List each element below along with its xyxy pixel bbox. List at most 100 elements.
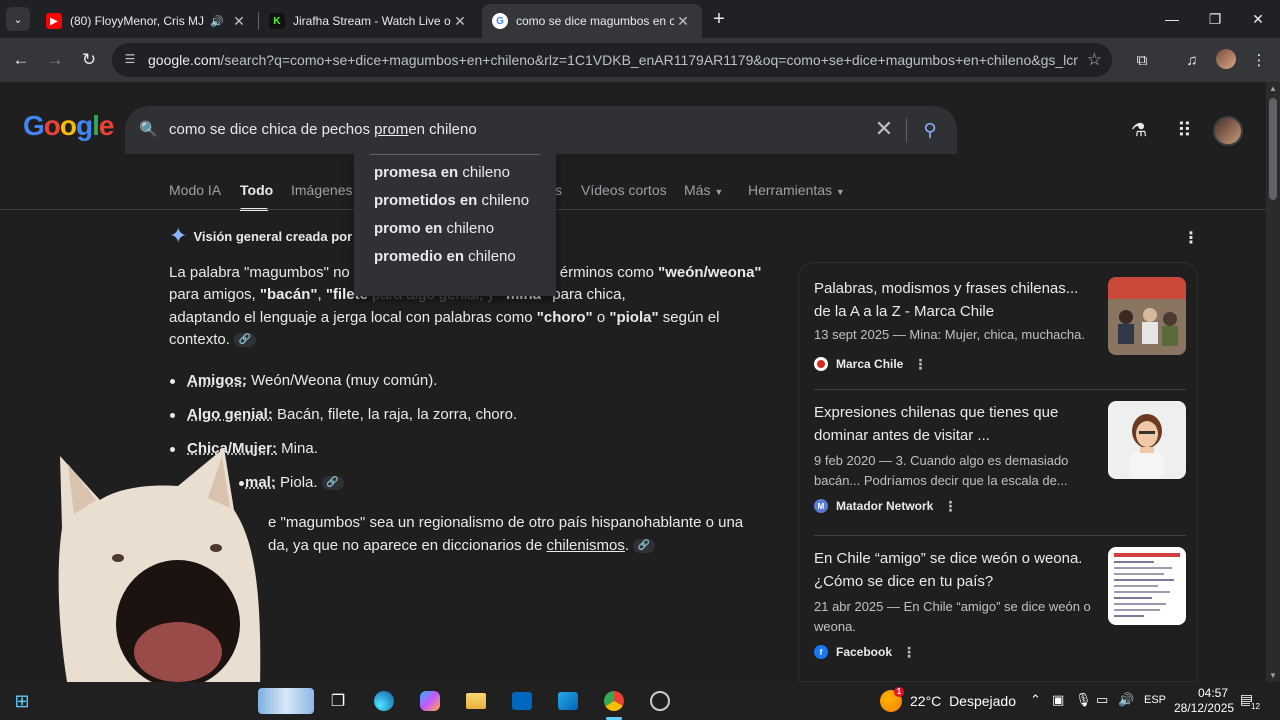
close-tab-icon[interactable]: ✕	[451, 13, 469, 30]
source-menu-icon[interactable]: ⋮	[943, 498, 957, 515]
search-highlight-icon[interactable]	[258, 688, 314, 714]
extensions-icon[interactable]: ⧉	[1129, 47, 1155, 73]
bullet-label[interactable]: Algo genial:	[187, 406, 273, 423]
microphone-icon[interactable]: 🎙	[1075, 692, 1092, 708]
tab-google[interactable]: G como se dice magumbos en chi ✕	[482, 4, 702, 38]
query-text-end: en chileno	[408, 121, 477, 138]
edge-icon[interactable]	[370, 688, 398, 714]
divider	[814, 535, 1186, 536]
popcat-overlay-image	[58, 448, 261, 682]
caret-down-icon: ▼	[835, 187, 845, 197]
copilot-icon[interactable]	[416, 688, 444, 714]
kick-icon: K	[269, 13, 285, 29]
tab-youtube[interactable]: ▶ (80) FloyyMenor, Cris MJ - C 🔊 ✕	[36, 4, 258, 38]
microsoft-store-icon[interactable]	[508, 688, 536, 714]
result-title[interactable]: Palabras, modismos y frases chilenas... …	[814, 277, 1089, 323]
system-clock[interactable]: 04:57 28/12/2025	[1174, 686, 1234, 716]
screen-icon[interactable]: ▣	[1052, 692, 1064, 708]
facebook-icon: f	[814, 645, 828, 659]
link-icon[interactable]: 🔗	[233, 333, 256, 348]
minimize-button[interactable]: —	[1150, 0, 1194, 38]
network-icon[interactable]: ▭	[1096, 692, 1108, 708]
new-tab-button[interactable]: +	[708, 8, 730, 30]
back-button[interactable]: ←	[8, 47, 34, 73]
result-thumbnail[interactable]	[1108, 547, 1186, 625]
tab-search-button[interactable]: ⌄	[6, 7, 30, 31]
maximize-button[interactable]: ❐	[1193, 0, 1237, 38]
reload-button[interactable]: ↻	[76, 47, 102, 73]
tab-images[interactable]: Imágenes	[291, 182, 352, 198]
close-tab-icon[interactable]: ✕	[230, 13, 248, 30]
search-submit-icon[interactable]: ⚲	[916, 116, 944, 144]
result-source[interactable]: Marca Chile ⋮	[814, 355, 927, 373]
site-info-icon[interactable]: ☰	[122, 52, 138, 68]
source-menu-icon[interactable]: ⋮	[902, 644, 916, 661]
tab-kick[interactable]: K Jirafha Stream - Watch Live on K ✕	[259, 4, 479, 38]
result-title[interactable]: Expresiones chilenas que tienes que domi…	[814, 401, 1089, 447]
suggestion-item[interactable]: prometidos en chileno	[374, 192, 529, 209]
url-path: /search?q=como+se+dice+magumbos+en+chile…	[220, 52, 1078, 68]
tab-all[interactable]: Todo	[240, 182, 273, 198]
speaker-icon[interactable]: 🔊	[210, 15, 224, 28]
file-explorer-icon[interactable]	[462, 688, 490, 714]
tab-ai-mode[interactable]: Modo IA	[169, 182, 221, 198]
close-window-button[interactable]: ✕	[1236, 0, 1280, 38]
result-card[interactable]: Expresiones chilenas que tienes que domi…	[814, 401, 1188, 521]
temperature: 22°C	[910, 693, 942, 709]
suggestion-item[interactable]: promesa en chileno	[374, 164, 510, 181]
outlook-icon[interactable]	[554, 688, 582, 714]
scroll-up-icon[interactable]: ▲	[1269, 84, 1277, 93]
tab-short-videos[interactable]: Vídeos cortos	[581, 182, 667, 198]
chilenismos-link[interactable]: chilenismos	[547, 537, 625, 554]
result-source[interactable]: M Matador Network ⋮	[814, 497, 957, 515]
profile-avatar[interactable]	[1216, 49, 1236, 69]
result-thumbnail[interactable]	[1108, 277, 1186, 355]
suggestion-item[interactable]: promedio en chileno	[374, 248, 516, 265]
result-card[interactable]: Palabras, modismos y frases chilenas... …	[814, 277, 1188, 377]
source-menu-icon[interactable]: ⋮	[913, 356, 927, 373]
chrome-icon[interactable]	[600, 688, 628, 714]
divider	[0, 209, 1266, 210]
divider	[370, 154, 540, 155]
tab-more-label: Más	[684, 182, 711, 198]
clear-search-icon[interactable]: ✕	[871, 116, 897, 142]
page-scrollbar[interactable]: ▲ ▼	[1266, 82, 1280, 682]
volume-icon[interactable]: 🔊	[1118, 692, 1134, 708]
link-icon[interactable]: 🔗	[321, 476, 344, 491]
input-language[interactable]: ESP	[1144, 694, 1166, 706]
suggestion-item[interactable]: promo en chileno	[374, 220, 494, 237]
tab-tools[interactable]: Herramientas ▼	[748, 182, 845, 198]
close-tab-icon[interactable]: ✕	[674, 13, 692, 30]
link-icon[interactable]: 🔗	[633, 539, 656, 554]
chrome-menu-icon[interactable]: ⋮	[1246, 47, 1272, 73]
result-source[interactable]: f Facebook ⋮	[814, 643, 916, 661]
tab-more[interactable]: Más ▼	[684, 182, 723, 198]
more-options-icon[interactable]: ⋮	[1183, 228, 1199, 248]
weather-widget[interactable]: 22°C Despejado	[910, 693, 1016, 709]
source-results-panel: Palabras, modismos y frases chilenas... …	[798, 262, 1198, 682]
list-item: Amigos: Weón/Weona (muy común).	[169, 372, 437, 389]
windows-start-icon[interactable]: ⊞	[8, 688, 36, 714]
google-apps-icon[interactable]: ⠿	[1177, 118, 1192, 143]
forward-button[interactable]: →	[42, 47, 68, 73]
bullet-label[interactable]: Amigos:	[187, 372, 247, 389]
obs-icon[interactable]	[646, 688, 674, 714]
tab-title: Jirafha Stream - Watch Live on K	[293, 14, 451, 28]
account-avatar[interactable]	[1213, 116, 1243, 146]
result-thumbnail[interactable]	[1108, 401, 1186, 479]
url-text[interactable]: google.com/search?q=como+se+dice+magumbo…	[148, 52, 1078, 68]
bookmark-star-icon[interactable]: ☆	[1087, 50, 1102, 70]
scroll-thumb[interactable]	[1269, 98, 1277, 200]
media-controls-icon[interactable]: ♫	[1179, 47, 1205, 73]
address-bar[interactable]: ☰ google.com/search?q=como+se+dice+magum…	[112, 43, 1112, 77]
tab-partial[interactable]: s	[555, 182, 562, 198]
result-card[interactable]: En Chile “amigo” se dice weón o weona. ¿…	[814, 547, 1188, 667]
tray-overflow-icon[interactable]: ⌃	[1030, 692, 1041, 708]
search-input[interactable]: como se dice chica de pechos promen chil…	[169, 121, 869, 138]
task-view-icon[interactable]: ❐	[324, 688, 352, 714]
search-labs-icon[interactable]: ⚗	[1131, 120, 1147, 141]
tab-title: como se dice magumbos en chi	[516, 14, 674, 28]
google-logo[interactable]: Google	[23, 110, 114, 142]
result-title[interactable]: En Chile “amigo” se dice weón o weona. ¿…	[814, 547, 1089, 593]
scroll-down-icon[interactable]: ▼	[1269, 671, 1277, 680]
